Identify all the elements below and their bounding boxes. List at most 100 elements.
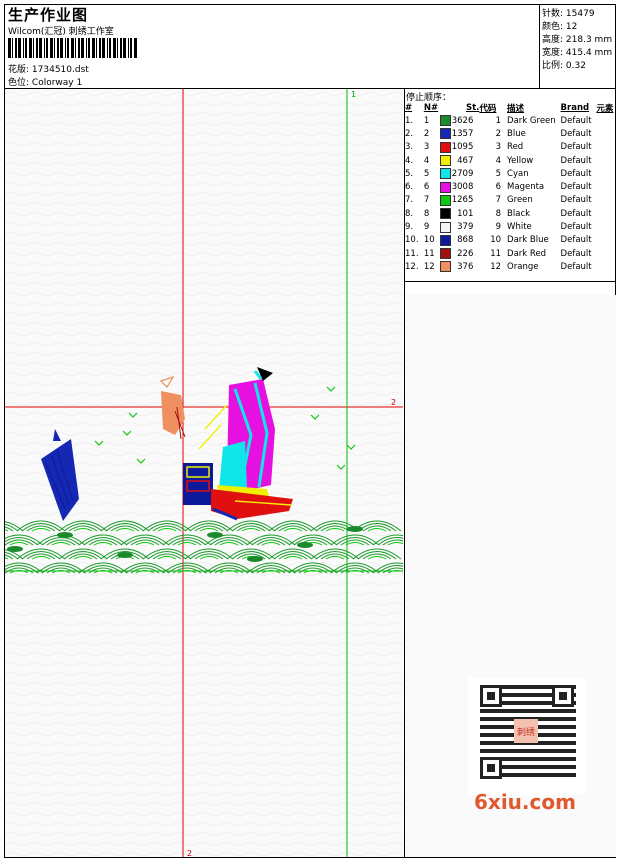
row-element bbox=[596, 234, 620, 247]
row-brand: Default bbox=[560, 261, 592, 272]
col-code: 代码 bbox=[479, 103, 497, 114]
col-number: N# bbox=[423, 102, 439, 113]
design-value: 1734510.dst bbox=[31, 65, 89, 75]
row-element bbox=[596, 207, 620, 220]
row-brand: Default bbox=[560, 195, 592, 206]
row-desc: Red bbox=[507, 142, 524, 153]
marker-bottom: 2 bbox=[187, 849, 192, 857]
row-desc: Cyan bbox=[507, 168, 529, 179]
row-index: 8. bbox=[405, 208, 414, 219]
stat-colors: 颜色: 12 bbox=[542, 22, 578, 32]
row-stitches: 1265 bbox=[451, 195, 474, 206]
row-brand: Default bbox=[560, 208, 592, 219]
stat-scale: 比例: 0.32 bbox=[542, 61, 586, 71]
row-element bbox=[596, 141, 620, 154]
row-stitches: 3626 bbox=[451, 115, 474, 126]
legend-row: 3. 3 1095 3 Red Default bbox=[405, 141, 620, 154]
row-number: 4 bbox=[423, 155, 430, 166]
qr-watermark: 刺绣 bbox=[468, 677, 586, 795]
row-number: 12 bbox=[423, 261, 435, 272]
row-element bbox=[596, 220, 620, 233]
color-swatch bbox=[439, 128, 451, 140]
legend-row: 12. 12 376 12 Orange Default bbox=[405, 260, 620, 273]
row-code: 7 bbox=[495, 195, 502, 206]
col-index: # bbox=[405, 102, 413, 113]
colorway-label: 色位: bbox=[8, 78, 30, 88]
row-number: 1 bbox=[423, 115, 430, 126]
legend-row: 4. 4 467 4 Yellow Default bbox=[405, 154, 620, 167]
row-code: 6 bbox=[495, 182, 502, 193]
row-element bbox=[596, 247, 620, 260]
row-brand: Default bbox=[560, 155, 592, 166]
color-swatch bbox=[439, 261, 451, 273]
design-svg: 1 2 2 bbox=[5, 89, 403, 857]
row-number: 5 bbox=[423, 168, 430, 179]
row-index: 5. bbox=[405, 168, 414, 179]
row-element bbox=[596, 127, 620, 140]
row-number: 8 bbox=[423, 208, 430, 219]
design-row: 花版: 1734510.dst bbox=[8, 62, 89, 75]
legend-row: 8. 8 101 8 Black Default bbox=[405, 207, 620, 220]
row-number: 3 bbox=[423, 142, 430, 153]
row-brand: Default bbox=[560, 115, 592, 126]
color-swatch bbox=[439, 115, 451, 127]
legend-row: 11. 11 226 11 Dark Red Default bbox=[405, 247, 620, 260]
row-number: 2 bbox=[423, 128, 430, 139]
row-index: 12. bbox=[405, 261, 419, 272]
row-code: 12 bbox=[490, 261, 502, 272]
color-swatch bbox=[439, 168, 451, 180]
row-element bbox=[596, 180, 620, 193]
legend-row: 10. 10 868 10 Dark Blue Default bbox=[405, 234, 620, 247]
row-index: 6. bbox=[405, 182, 414, 193]
legend-row: 6. 6 3008 6 Magenta Default bbox=[405, 180, 620, 193]
stat-width: 宽度: 415.4 mm bbox=[542, 48, 613, 58]
marker-top: 1 bbox=[351, 90, 356, 99]
row-index: 4. bbox=[405, 155, 414, 166]
legend-row: 2. 2 1357 2 Blue Default bbox=[405, 127, 620, 140]
row-index: 1. bbox=[405, 115, 414, 126]
row-element bbox=[596, 154, 620, 167]
row-desc: Magenta bbox=[507, 182, 545, 193]
row-element bbox=[596, 167, 620, 180]
row-stitches: 868 bbox=[457, 235, 474, 246]
row-element bbox=[596, 114, 620, 127]
row-brand: Default bbox=[560, 128, 592, 139]
row-index: 11. bbox=[405, 248, 419, 259]
row-index: 7. bbox=[405, 195, 414, 206]
legend-divider bbox=[404, 281, 616, 282]
color-swatch bbox=[439, 221, 451, 233]
col-desc: 描述 bbox=[507, 103, 525, 114]
row-stitches: 379 bbox=[457, 222, 474, 233]
row-stitches: 2709 bbox=[451, 168, 474, 179]
marker-right: 2 bbox=[391, 398, 396, 407]
legend-row: 1. 1 3626 1 Dark Green Default bbox=[405, 114, 620, 127]
colorway-value: Colorway 1 bbox=[31, 78, 83, 88]
row-code: 2 bbox=[495, 128, 502, 139]
row-number: 7 bbox=[423, 195, 430, 206]
row-code: 10 bbox=[490, 235, 502, 246]
color-legend-table: # N# St. 代码 描述 Brand 元素 1. 1 3626 1 Dark Gre… bbox=[405, 101, 620, 274]
row-brand: Default bbox=[560, 182, 592, 193]
row-number: 11 bbox=[423, 248, 435, 259]
software-subtitle: Wilcom(汇冠) 刺绣工作室 bbox=[8, 27, 114, 37]
row-index: 3. bbox=[405, 142, 414, 153]
row-brand: Default bbox=[560, 235, 592, 246]
row-stitches: 376 bbox=[457, 261, 474, 272]
seal-text: 刺绣 bbox=[517, 726, 535, 738]
row-desc: Black bbox=[507, 208, 531, 219]
row-code: 5 bbox=[495, 168, 502, 179]
row-code: 9 bbox=[495, 222, 502, 233]
color-swatch bbox=[439, 248, 451, 260]
design-canvas[interactable]: 1 2 2 bbox=[5, 89, 403, 857]
col-brand: Brand bbox=[560, 102, 590, 113]
col-element: 元素 bbox=[596, 103, 614, 114]
row-stitches: 1095 bbox=[451, 142, 474, 153]
row-desc: Dark Green bbox=[507, 115, 556, 126]
row-desc: Green bbox=[507, 195, 533, 206]
col-stitches: St. bbox=[465, 102, 480, 113]
row-desc: White bbox=[507, 222, 532, 233]
row-stitches: 226 bbox=[457, 248, 474, 259]
legend-row: 7. 7 1265 7 Green Default bbox=[405, 194, 620, 207]
row-index: 10. bbox=[405, 235, 419, 246]
row-element bbox=[596, 260, 620, 273]
